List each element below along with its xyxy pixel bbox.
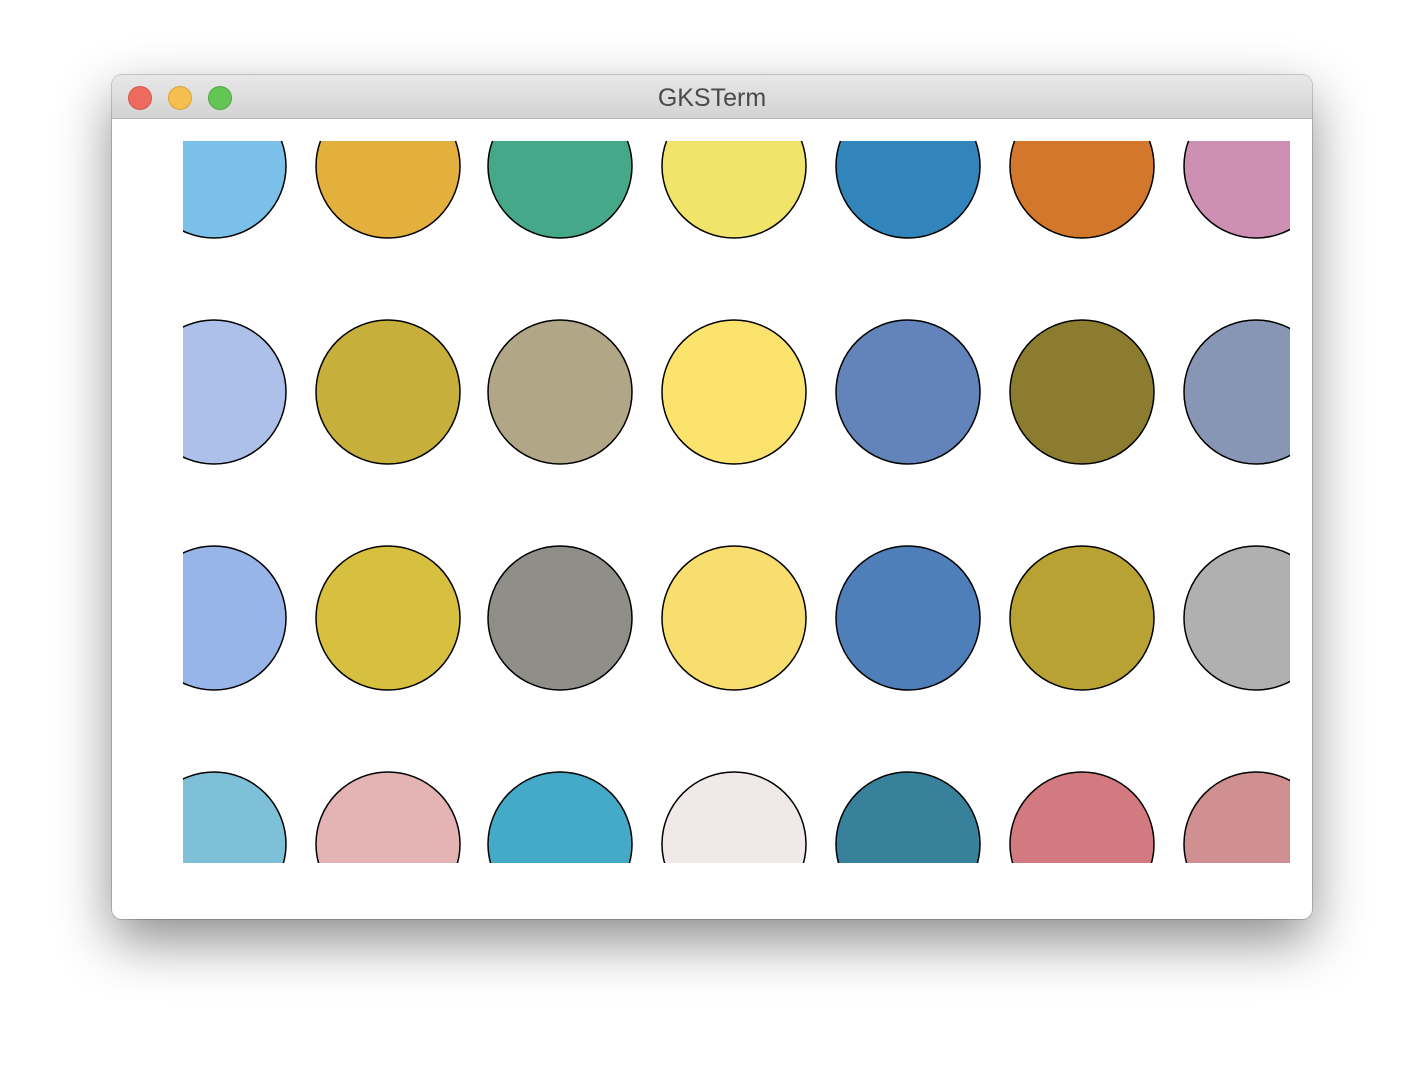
color-circle-r4-c4 — [661, 771, 807, 863]
color-circle-r1-c6 — [1009, 141, 1155, 239]
color-circle-r4-c2 — [315, 771, 461, 863]
color-circle-r4-c6 — [1009, 771, 1155, 863]
color-circle-r2-c2 — [315, 319, 461, 465]
color-circle-r3-c5 — [835, 545, 981, 691]
color-circle-r3-c6 — [1009, 545, 1155, 691]
color-circle-r4-c1 — [183, 771, 287, 863]
color-circle-r3-c3 — [487, 545, 633, 691]
color-circle-r4-c5 — [835, 771, 981, 863]
color-circle-r2-c3 — [487, 319, 633, 465]
gksterm-window: GKSTerm — [112, 75, 1312, 919]
color-circle-r1-c5 — [835, 141, 981, 239]
color-circle-r2-c5 — [835, 319, 981, 465]
color-circle-r1-c7 — [1183, 141, 1290, 239]
color-circle-r3-c2 — [315, 545, 461, 691]
color-circle-r2-c4 — [661, 319, 807, 465]
color-circle-r4-c7 — [1183, 771, 1290, 863]
color-circles-canvas — [183, 141, 1290, 863]
window-title: GKSTerm — [657, 84, 767, 112]
title-bar[interactable]: GKSTerm — [112, 75, 1312, 119]
color-circle-r3-c4 — [661, 545, 807, 691]
color-circle-r1-c4 — [661, 141, 807, 239]
color-circle-r2-c7 — [1183, 319, 1290, 465]
color-circle-r4-c3 — [487, 771, 633, 863]
color-circle-r1-c1 — [183, 141, 287, 239]
color-circle-r1-c3 — [487, 141, 633, 239]
plot-area — [112, 119, 1312, 919]
color-circle-r2-c6 — [1009, 319, 1155, 465]
color-circle-r1-c2 — [315, 141, 461, 239]
color-circle-r3-c1 — [183, 545, 287, 691]
color-circle-r2-c1 — [183, 319, 287, 465]
color-circle-r3-c7 — [1183, 545, 1290, 691]
